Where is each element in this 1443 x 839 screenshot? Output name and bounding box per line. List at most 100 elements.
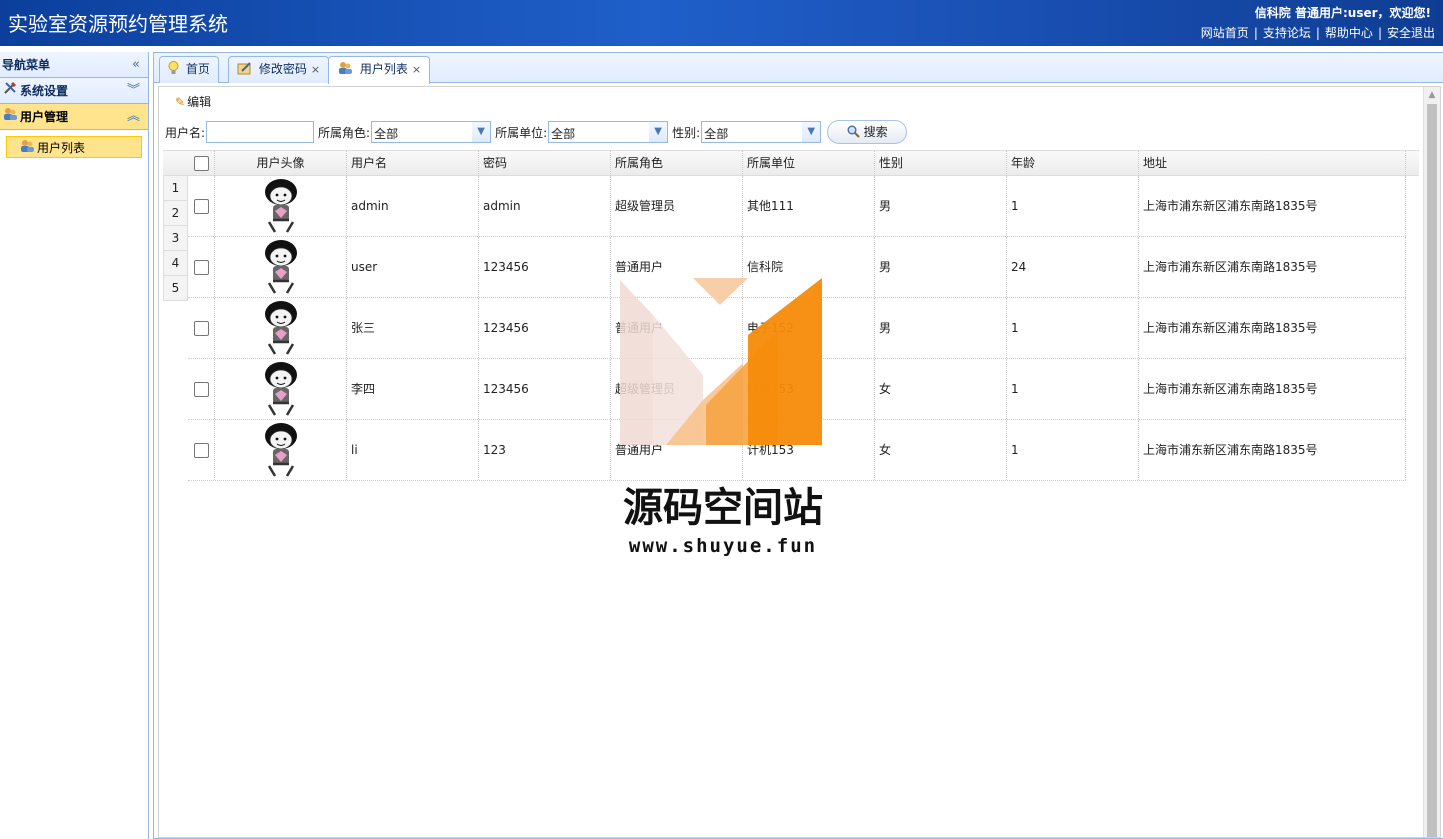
sidebar-item-user-list[interactable]: 用户列表 <box>6 136 142 158</box>
chevron-double-down-icon[interactable]: ︾ <box>127 78 140 104</box>
password-cell: 123456 <box>479 237 611 297</box>
table-row[interactable]: admin admin 超级管理员 其他111 男 1 上海市浦东新区浦东南路1… <box>188 176 1406 237</box>
unit-select[interactable]: 全部 ▼ <box>548 121 669 143</box>
scroll-up-icon[interactable]: ▲ <box>1424 87 1440 104</box>
sidebar-group-label: 系统设置 <box>20 84 69 98</box>
column-header[interactable]: 性别 <box>875 151 1007 176</box>
gender-cell: 男 <box>875 298 1007 358</box>
table-row[interactable]: li 123 普通用户 计机153 女 1 上海市浦东新区浦东南路1835号 <box>188 420 1406 481</box>
welcome-text: 信科院 普通用户:user，欢迎您! <box>1254 6 1431 20</box>
select-all-checkbox[interactable] <box>194 156 209 171</box>
role-cell: 超级管理员 <box>611 176 743 236</box>
role-cell: 超级管理员 <box>611 359 743 419</box>
role-cell: 普通用户 <box>611 420 743 480</box>
search-icon <box>847 125 864 139</box>
row-checkbox[interactable] <box>194 443 209 458</box>
username-input[interactable] <box>206 121 315 143</box>
close-icon[interactable]: × <box>311 63 320 76</box>
app-title: 实验室资源预约管理系统 <box>8 12 228 36</box>
user-table: 用户头像 用户名 密码 所属角色 所属单位 性别 年龄 地址 1 2 3 4 5 <box>163 150 1419 481</box>
tab-user-list[interactable]: 用户列表 × <box>328 56 431 84</box>
gender-label: 性别: <box>672 125 701 140</box>
collapse-left-icon[interactable]: « <box>132 52 140 78</box>
logout-link[interactable]: 安全退出 <box>1387 26 1435 40</box>
forum-link[interactable]: 支持论坛 <box>1263 26 1311 40</box>
nav-menu-header[interactable]: 导航菜单 « <box>0 52 148 78</box>
avatar-cell <box>215 298 347 358</box>
unit-cell: 信科院 <box>743 237 875 297</box>
avatar <box>264 179 297 233</box>
help-link[interactable]: 帮助中心 <box>1325 26 1373 40</box>
nav-menu-title: 导航菜单 <box>2 58 51 72</box>
search-button[interactable]: 搜索 <box>827 120 908 144</box>
sidebar-group-label: 用户管理 <box>20 110 69 124</box>
unit-cell: 计机153 <box>743 359 875 419</box>
username-label: 用户名: <box>165 125 206 140</box>
gender-select[interactable]: 全部 ▼ <box>701 121 822 143</box>
column-header[interactable]: 所属单位 <box>743 151 875 176</box>
avatar <box>264 301 297 355</box>
chevron-down-icon[interactable]: ▼ <box>649 122 668 142</box>
row-number: 1 <box>163 176 188 201</box>
username-cell: user <box>347 237 479 297</box>
tab-change-password[interactable]: 修改密码 × <box>228 56 330 83</box>
table-row[interactable]: 李四 123456 超级管理员 计机153 女 1 上海市浦东新区浦东南路183… <box>188 359 1406 420</box>
avatar <box>264 423 297 477</box>
users-icon <box>2 104 18 130</box>
table-row[interactable]: user 123456 普通用户 信科院 男 24 上海市浦东新区浦东南路183… <box>188 237 1406 298</box>
row-checkbox[interactable] <box>194 199 209 214</box>
column-header[interactable]: 地址 <box>1139 151 1406 176</box>
home-link[interactable]: 网站首页 <box>1201 26 1249 40</box>
row-checkbox[interactable] <box>194 321 209 336</box>
row-checkbox[interactable] <box>194 382 209 397</box>
scrollbar-thumb[interactable] <box>1427 104 1437 837</box>
column-header[interactable]: 密码 <box>479 151 611 176</box>
table-row[interactable]: 张三 123456 普通用户 电子152 男 1 上海市浦东新区浦东南路1835… <box>188 298 1406 359</box>
password-cell: 123 <box>479 420 611 480</box>
row-select-cell <box>188 237 215 297</box>
role-cell: 普通用户 <box>611 237 743 297</box>
tab-label: 首页 <box>185 62 210 76</box>
address-cell: 上海市浦东新区浦东南路1835号 <box>1139 420 1406 480</box>
role-select[interactable]: 全部 ▼ <box>371 121 492 143</box>
separator: | <box>1377 26 1382 40</box>
gender-cell: 男 <box>875 176 1007 236</box>
role-cell: 普通用户 <box>611 298 743 358</box>
username-cell: 李四 <box>347 359 479 419</box>
tab-home[interactable]: 首页 <box>159 56 219 83</box>
column-header[interactable]: 所属角色 <box>611 151 743 176</box>
unit-cell: 计机153 <box>743 420 875 480</box>
tools-icon <box>2 78 18 104</box>
avatar <box>264 362 297 416</box>
search-row: 用户名: 所属角色: 全部 ▼ 所属单位: 全部 ▼ 性别: 全部 ▼ 搜索 <box>159 117 1440 147</box>
row-checkbox[interactable] <box>194 260 209 275</box>
column-header[interactable]: 用户名 <box>347 151 479 176</box>
address-cell: 上海市浦东新区浦东南路1835号 <box>1139 298 1406 358</box>
gender-select-value: 全部 <box>704 127 729 141</box>
tab-label: 修改密码 <box>258 62 307 76</box>
tabs-bar: 首页 修改密码 × 用户列表 × <box>154 53 1443 84</box>
column-header[interactable]: 年龄 <box>1007 151 1139 176</box>
sidebar-group-system-settings[interactable]: 系统设置 ︾ <box>0 78 148 104</box>
unit-cell: 其他111 <box>743 176 875 236</box>
edit-password-icon <box>237 62 256 76</box>
search-button-label: 搜索 <box>863 125 888 139</box>
username-cell: li <box>347 420 479 480</box>
column-header[interactable]: 用户头像 <box>215 151 347 176</box>
chevron-down-icon[interactable]: ▼ <box>472 122 491 142</box>
chevron-double-up-icon[interactable]: ︽ <box>127 104 140 130</box>
gender-cell: 女 <box>875 420 1007 480</box>
close-icon[interactable]: × <box>412 63 421 76</box>
edit-button[interactable]: ✎ 编辑 <box>175 95 211 109</box>
chevron-down-icon[interactable]: ▼ <box>802 122 821 142</box>
sidebar-group-user-management[interactable]: 用户管理 ︽ <box>0 104 148 130</box>
app-header: 实验室资源预约管理系统 信科院 普通用户:user，欢迎您! 网站首页 | 支持论坛… <box>0 0 1443 46</box>
age-cell: 1 <box>1007 359 1139 419</box>
username-cell: 张三 <box>347 298 479 358</box>
vertical-scrollbar[interactable]: ▲ <box>1423 87 1440 837</box>
sidebar-item-label: 用户列表 <box>37 141 86 155</box>
row-select-cell <box>188 420 215 480</box>
lightbulb-icon <box>168 61 183 76</box>
users-icon <box>337 62 357 76</box>
row-number: 2 <box>163 201 188 226</box>
